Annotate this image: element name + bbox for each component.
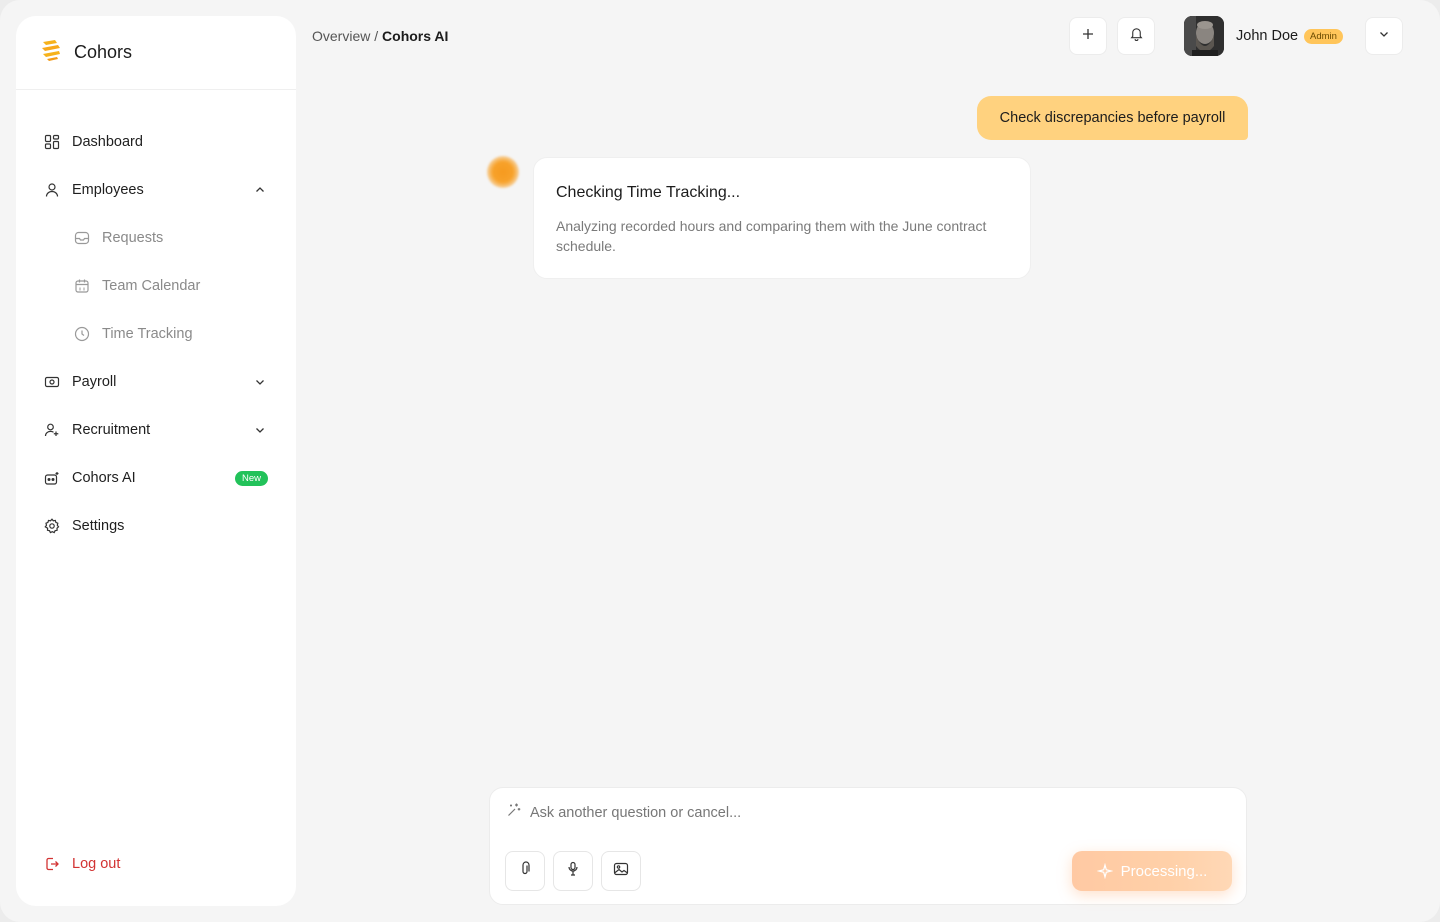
money-icon: [44, 374, 60, 390]
image-icon: [613, 861, 629, 882]
logout-icon: [44, 856, 60, 872]
ai-response-card: Checking Time Tracking... Analyzing reco…: [533, 157, 1031, 279]
sidebar-item-label: Payroll: [72, 374, 117, 390]
sidebar-item-cohors-ai[interactable]: Cohors AI New: [16, 454, 296, 502]
chevron-down-icon[interactable]: [252, 422, 268, 438]
composer: Processing...: [489, 787, 1247, 905]
clock-icon: [74, 326, 90, 342]
sidebar-item-label: Cohors AI: [72, 470, 136, 486]
sidebar-item-label: Team Calendar: [102, 278, 201, 294]
sparkle-icon: [506, 802, 522, 823]
sidebar-item-time-tracking[interactable]: Time Tracking: [16, 310, 296, 358]
breadcrumb-separator: /: [370, 28, 383, 44]
user-icon: [44, 182, 60, 198]
composer-input-row: [506, 802, 1230, 823]
ask-question-input[interactable]: [530, 804, 1130, 821]
voice-button[interactable]: [553, 851, 593, 891]
sidebar-item-label: Recruitment: [72, 422, 151, 438]
attach-button[interactable]: [505, 851, 545, 891]
user-message-text: Check discrepancies before payroll: [999, 110, 1226, 126]
cohors-logo-icon: [38, 37, 64, 68]
brand[interactable]: Cohors: [16, 16, 296, 90]
ai-response-title: Checking Time Tracking...: [556, 184, 741, 201]
processing-button[interactable]: Processing...: [1072, 851, 1232, 891]
plus-icon: [1081, 27, 1095, 46]
bell-icon: [1129, 26, 1144, 46]
dashboard-icon: [44, 134, 60, 150]
voice-icon: [565, 861, 581, 882]
calendar-icon: [74, 278, 90, 294]
sidebar-item-label: Requests: [102, 230, 164, 246]
processing-label: Processing...: [1120, 862, 1208, 880]
logout-label: Log out: [72, 856, 121, 872]
image-button[interactable]: [601, 851, 641, 891]
brand-name: Cohors: [74, 42, 133, 62]
sidebar-item-label: Time Tracking: [102, 326, 193, 342]
sparkle-icon: [1096, 863, 1113, 879]
user-plus-icon: [44, 422, 60, 438]
sidebar-nav: Dashboard Employees Requests Team Calend…: [16, 118, 296, 550]
chevron-down-icon: [1378, 27, 1390, 45]
breadcrumb-parent[interactable]: Overview: [312, 28, 370, 44]
sidebar-item-requests[interactable]: Requests: [16, 214, 296, 262]
app-frame: Cohors Dashboard Employees Requests Team…: [0, 0, 1440, 922]
notifications-button[interactable]: [1117, 17, 1155, 55]
sidebar-item-payroll[interactable]: Payroll: [16, 358, 296, 406]
role-badge: Admin: [1304, 29, 1343, 44]
user-message: Check discrepancies before payroll: [977, 96, 1248, 140]
sidebar-item-team-calendar[interactable]: Team Calendar: [16, 262, 296, 310]
ai-response-body: Analyzing recorded hours and comparing t…: [556, 218, 987, 254]
user-name: John Doe: [1236, 28, 1299, 44]
paperclip-icon: [517, 860, 533, 882]
chevron-up-icon[interactable]: [252, 182, 268, 198]
sidebar-item-settings[interactable]: Settings: [16, 502, 296, 550]
sidebar-item-label: Dashboard: [72, 134, 143, 150]
new-badge: New: [234, 470, 268, 486]
add-button[interactable]: [1069, 17, 1107, 55]
sidebar-item-label: Settings: [72, 518, 125, 534]
inbox-icon: [74, 230, 90, 246]
logout-button[interactable]: Log out: [44, 856, 120, 872]
sidebar-item-recruitment[interactable]: Recruitment: [16, 406, 296, 454]
sidebar-item-label: Employees: [72, 182, 144, 198]
sidebar-item-dashboard[interactable]: Dashboard: [16, 118, 296, 166]
breadcrumb: Overview / Cohors AI: [312, 28, 448, 44]
avatar[interactable]: [1184, 16, 1224, 56]
account-menu-button[interactable]: [1365, 17, 1403, 55]
gear-icon: [44, 518, 60, 534]
breadcrumb-current: Cohors AI: [382, 28, 449, 44]
ai-bot-icon: [44, 470, 60, 486]
chevron-down-icon[interactable]: [252, 374, 268, 390]
ai-orb-icon: [487, 156, 519, 188]
sidebar: Cohors Dashboard Employees Requests Team…: [16, 16, 296, 906]
sidebar-item-employees[interactable]: Employees: [16, 166, 296, 214]
